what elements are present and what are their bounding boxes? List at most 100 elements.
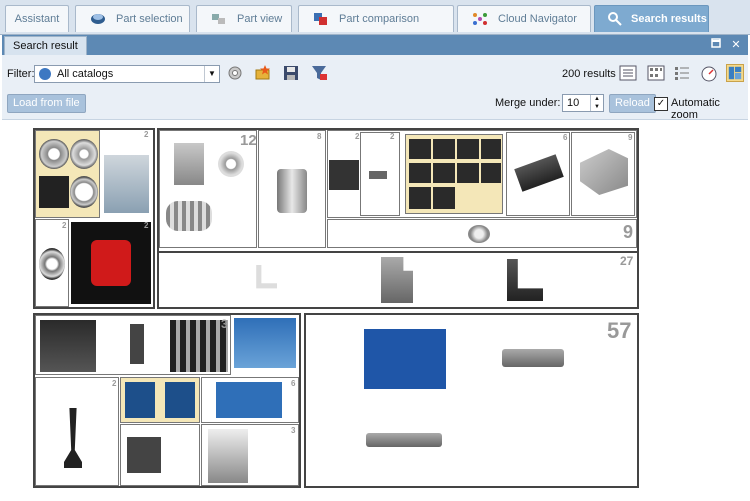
result-group[interactable] [35,377,119,486]
part-thumbnail[interactable] [70,176,98,208]
part-thumbnail[interactable] [366,433,442,447]
part-thumbnail[interactable] [433,163,455,183]
catalog-filter-select[interactable]: All catalogs ▼ [34,65,220,83]
part-thumbnail[interactable] [329,160,359,190]
part-thumbnail[interactable] [39,248,65,280]
part-thumbnail[interactable] [514,154,564,192]
merge-under-spinner[interactable]: 10 ▲ ▼ [562,94,604,112]
grid-view-icon[interactable] [647,64,665,82]
part-selection-icon [91,14,105,24]
cluster-count: 3 [221,317,228,331]
part-thumbnail[interactable] [468,225,490,243]
spinner-arrows-icon[interactable]: ▲ ▼ [590,95,603,111]
part-thumbnail[interactable] [433,139,455,159]
part-thumbnail[interactable] [127,437,161,473]
part-thumbnail[interactable] [40,320,96,372]
tab-part-view[interactable]: Part view [196,5,292,32]
chevron-down-icon[interactable]: ▼ [204,66,219,82]
part-thumbnail[interactable] [166,201,212,231]
tab-assistant[interactable]: Assistant [5,5,69,32]
result-group-fasteners[interactable] [327,219,637,248]
filter-label: Filter: [7,68,35,80]
cluster-count: 8 [317,132,322,141]
part-thumbnail[interactable] [481,139,501,159]
part-thumbnail[interactable] [277,169,307,213]
part-thumbnail[interactable] [165,382,195,418]
part-thumbnail[interactable] [481,163,501,183]
part-thumbnail[interactable] [104,155,149,213]
details-view-icon[interactable] [673,64,691,82]
part-thumbnail[interactable] [502,349,564,367]
list-view-icon[interactable] [619,64,637,82]
result-group[interactable] [360,132,400,216]
merge-under-label: Merge under: [495,97,561,109]
result-group[interactable] [120,377,200,423]
result-cluster-4[interactable] [304,313,639,488]
part-thumbnail[interactable] [256,265,277,289]
part-thumbnail[interactable] [130,324,144,364]
cluster-count: 2 [390,132,395,141]
part-thumbnail[interactable] [409,139,431,159]
maximize-icon[interactable] [709,38,723,52]
tab-part-comparison[interactable]: Part comparison [298,5,454,32]
part-thumbnail[interactable] [381,257,413,303]
close-icon[interactable]: ✕ [729,38,743,52]
part-thumbnail[interactable] [234,318,296,368]
part-thumbnail[interactable] [409,163,431,183]
result-group-brackets[interactable] [157,251,639,309]
result-group[interactable] [506,132,570,216]
cluster-count: 6 [563,133,568,142]
part-thumbnail[interactable] [70,139,98,169]
part-thumbnail[interactable] [39,176,69,208]
result-group[interactable] [201,377,299,423]
tab-search-results[interactable]: Search results [594,5,709,32]
automatic-zoom-checkbox[interactable]: ✓ [654,97,668,111]
automatic-zoom-label: Automatic zoom [671,97,720,121]
result-group[interactable] [571,132,635,216]
result-group-rings[interactable] [35,130,100,218]
part-thumbnail[interactable] [208,429,248,483]
result-group[interactable] [201,424,299,486]
tab-part-selection[interactable]: Part selection [75,5,190,32]
part-thumbnail[interactable] [218,151,244,177]
tab-cloud-navigator[interactable]: Cloud Navigator [457,5,591,32]
cluster-count: 2 [112,379,117,388]
part-thumbnail[interactable] [170,320,228,372]
cloud-navigator-icon [473,13,487,25]
part-view-icon [212,14,225,24]
result-group[interactable] [35,219,69,307]
part-thumbnail[interactable] [457,139,479,159]
filter-funnel-icon[interactable] [310,64,328,82]
part-thumbnail[interactable] [174,143,204,185]
result-group[interactable] [258,130,326,248]
part-thumbnail[interactable] [39,139,69,169]
part-thumbnail[interactable] [216,382,282,418]
tab-part-selection-label: Part selection [116,13,183,25]
tab-search-results-label: Search results [631,13,707,25]
part-thumbnail[interactable] [71,222,151,304]
part-thumbnail[interactable] [369,171,387,179]
reload-button[interactable]: Reload [609,94,656,113]
part-thumbnail[interactable] [457,163,479,183]
result-group-actuators[interactable] [405,134,503,214]
part-thumbnail[interactable] [125,382,155,418]
save-icon[interactable] [282,64,300,82]
catalog-globe-icon [39,68,51,80]
settings-gear-icon[interactable] [226,64,244,82]
search-icon [608,12,622,26]
result-group[interactable] [120,424,200,486]
result-group-rails[interactable] [35,315,231,375]
part-thumbnail[interactable] [507,259,543,301]
favorite-folder-icon[interactable] [254,64,272,82]
part-thumbnail[interactable] [580,149,628,195]
part-thumbnail[interactable] [64,408,82,468]
part-thumbnail[interactable] [409,187,431,209]
part-thumbnail[interactable] [433,187,455,209]
treemap-view-icon[interactable] [726,64,744,82]
cluster-count: 9 [623,222,634,242]
part-thumbnail[interactable] [364,329,446,389]
panel-title: Search result [4,36,87,55]
gauge-icon[interactable] [700,64,718,82]
load-from-file-button[interactable]: Load from file [7,94,86,113]
search-result-panel-header: Search result ✕ [2,35,748,55]
